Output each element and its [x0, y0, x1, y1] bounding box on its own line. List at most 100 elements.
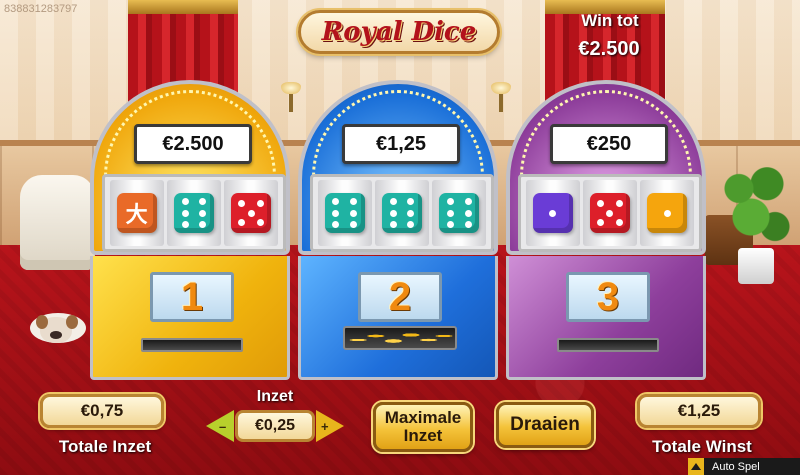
die-pip — [549, 209, 557, 217]
die-pip — [238, 199, 246, 207]
triangle-up-icon — [688, 458, 704, 475]
die-icon — [324, 193, 365, 233]
die-pip — [257, 219, 265, 227]
max-bet-button[interactable]: Maximale Inzet — [373, 402, 473, 452]
die-pip — [389, 220, 397, 228]
machine-1-reels: 大 — [102, 174, 286, 252]
die-pip — [181, 209, 189, 217]
machine-3-reels — [518, 174, 702, 252]
die-pip — [349, 198, 357, 206]
auto-play-label: Auto Spel — [712, 460, 760, 473]
machine-1-prize: €2.500 — [134, 124, 252, 164]
die-pip — [238, 219, 246, 227]
reel — [582, 180, 637, 246]
machine-1-top: €2.500 大 — [90, 80, 290, 255]
die-pip — [616, 199, 624, 207]
win-tot-label: Win tot — [581, 11, 639, 30]
die-pip — [464, 198, 472, 206]
machine-2-reels — [310, 174, 494, 252]
die-pip — [596, 199, 604, 207]
die-icon: 大 — [116, 193, 157, 233]
game-id-label: 838831283797 — [4, 3, 78, 15]
reel — [224, 180, 279, 246]
total-bet-value: €0,75 — [40, 394, 164, 428]
total-win-label: Totale Winst — [652, 437, 752, 456]
reel — [525, 180, 580, 246]
reel — [166, 180, 221, 246]
machine-2: €1,25 2 — [298, 80, 498, 380]
win-tot-value: €2.500 — [578, 38, 640, 60]
machine-2-base: 2 — [298, 256, 498, 380]
coin-slot-empty — [557, 338, 659, 352]
die-icon — [173, 193, 214, 233]
plant-pot-decoration — [738, 248, 774, 284]
die-pip — [464, 209, 472, 217]
die-pip — [407, 198, 415, 206]
die-pip — [389, 198, 397, 206]
auto-play-button[interactable]: Auto Spel — [688, 458, 800, 475]
die-icon — [532, 193, 573, 233]
plant-decoration — [715, 160, 795, 255]
die-pip — [199, 220, 207, 228]
total-win-value: €1,25 — [637, 394, 761, 428]
die-pip — [199, 198, 207, 206]
machine-3: €250 3 — [506, 80, 706, 380]
bet-label: Inzet — [256, 388, 294, 405]
increase-bet-button[interactable]: + — [315, 410, 345, 442]
machine-1-number-window[interactable]: 1 — [150, 272, 234, 322]
die-pip — [447, 209, 454, 217]
reel — [374, 180, 429, 246]
die-pip — [447, 220, 454, 228]
die-pip — [181, 198, 189, 206]
machine-2-prize: €1,25 — [342, 124, 460, 164]
die-pip — [199, 209, 207, 217]
reel — [432, 180, 487, 246]
die-pip — [663, 209, 671, 217]
die-pip — [349, 209, 357, 217]
game-logo: Royal Dice — [298, 10, 500, 54]
reel: 大 — [109, 180, 164, 246]
die-pip — [616, 219, 624, 227]
coin-slot-empty — [141, 338, 243, 352]
machine-2-number: 2 — [388, 274, 412, 319]
total-bet-label: Totale Inzet — [58, 437, 152, 456]
die-pip — [606, 209, 614, 217]
die-pip — [407, 209, 415, 217]
minus-icon: – — [219, 418, 227, 434]
die-pip — [464, 220, 472, 228]
die-pip — [596, 219, 604, 227]
die-pip — [181, 220, 189, 228]
die-pip — [247, 209, 255, 217]
machine-3-base: 3 — [506, 256, 706, 380]
machine-3-number-window[interactable]: 3 — [566, 272, 650, 322]
die-icon — [439, 193, 480, 233]
logo-text: Royal Dice — [321, 17, 477, 47]
die-pip — [407, 220, 415, 228]
die-pip — [447, 198, 454, 206]
die-pip — [332, 209, 340, 217]
die-icon — [647, 193, 688, 233]
machine-1: €2.500 大 1 — [90, 80, 290, 380]
spin-button[interactable]: Draaien — [496, 402, 594, 448]
machine-1-base: 1 — [90, 256, 290, 380]
die-pip — [332, 198, 340, 206]
reel — [317, 180, 372, 246]
die-icon — [231, 193, 272, 233]
machine-3-top: €250 — [506, 80, 706, 255]
machine-2-number-window[interactable]: 2 — [358, 272, 442, 322]
die-pip — [349, 220, 357, 228]
machine-1-number: 1 — [180, 274, 204, 319]
machine-2-top: €1,25 — [298, 80, 498, 255]
die-icon — [381, 193, 422, 233]
decrease-bet-button[interactable]: – — [205, 410, 235, 442]
bet-value: €0,25 — [235, 410, 315, 442]
die-pip — [332, 220, 340, 228]
machine-3-number: 3 — [596, 274, 620, 319]
die-icon — [589, 193, 630, 233]
die-pip — [257, 199, 265, 207]
bulldog-decoration — [22, 305, 90, 347]
armchair-decoration — [20, 175, 95, 270]
coin-tray-with-coins — [343, 326, 457, 350]
plus-icon: + — [321, 418, 329, 434]
die-glyph: 大 — [125, 202, 148, 227]
